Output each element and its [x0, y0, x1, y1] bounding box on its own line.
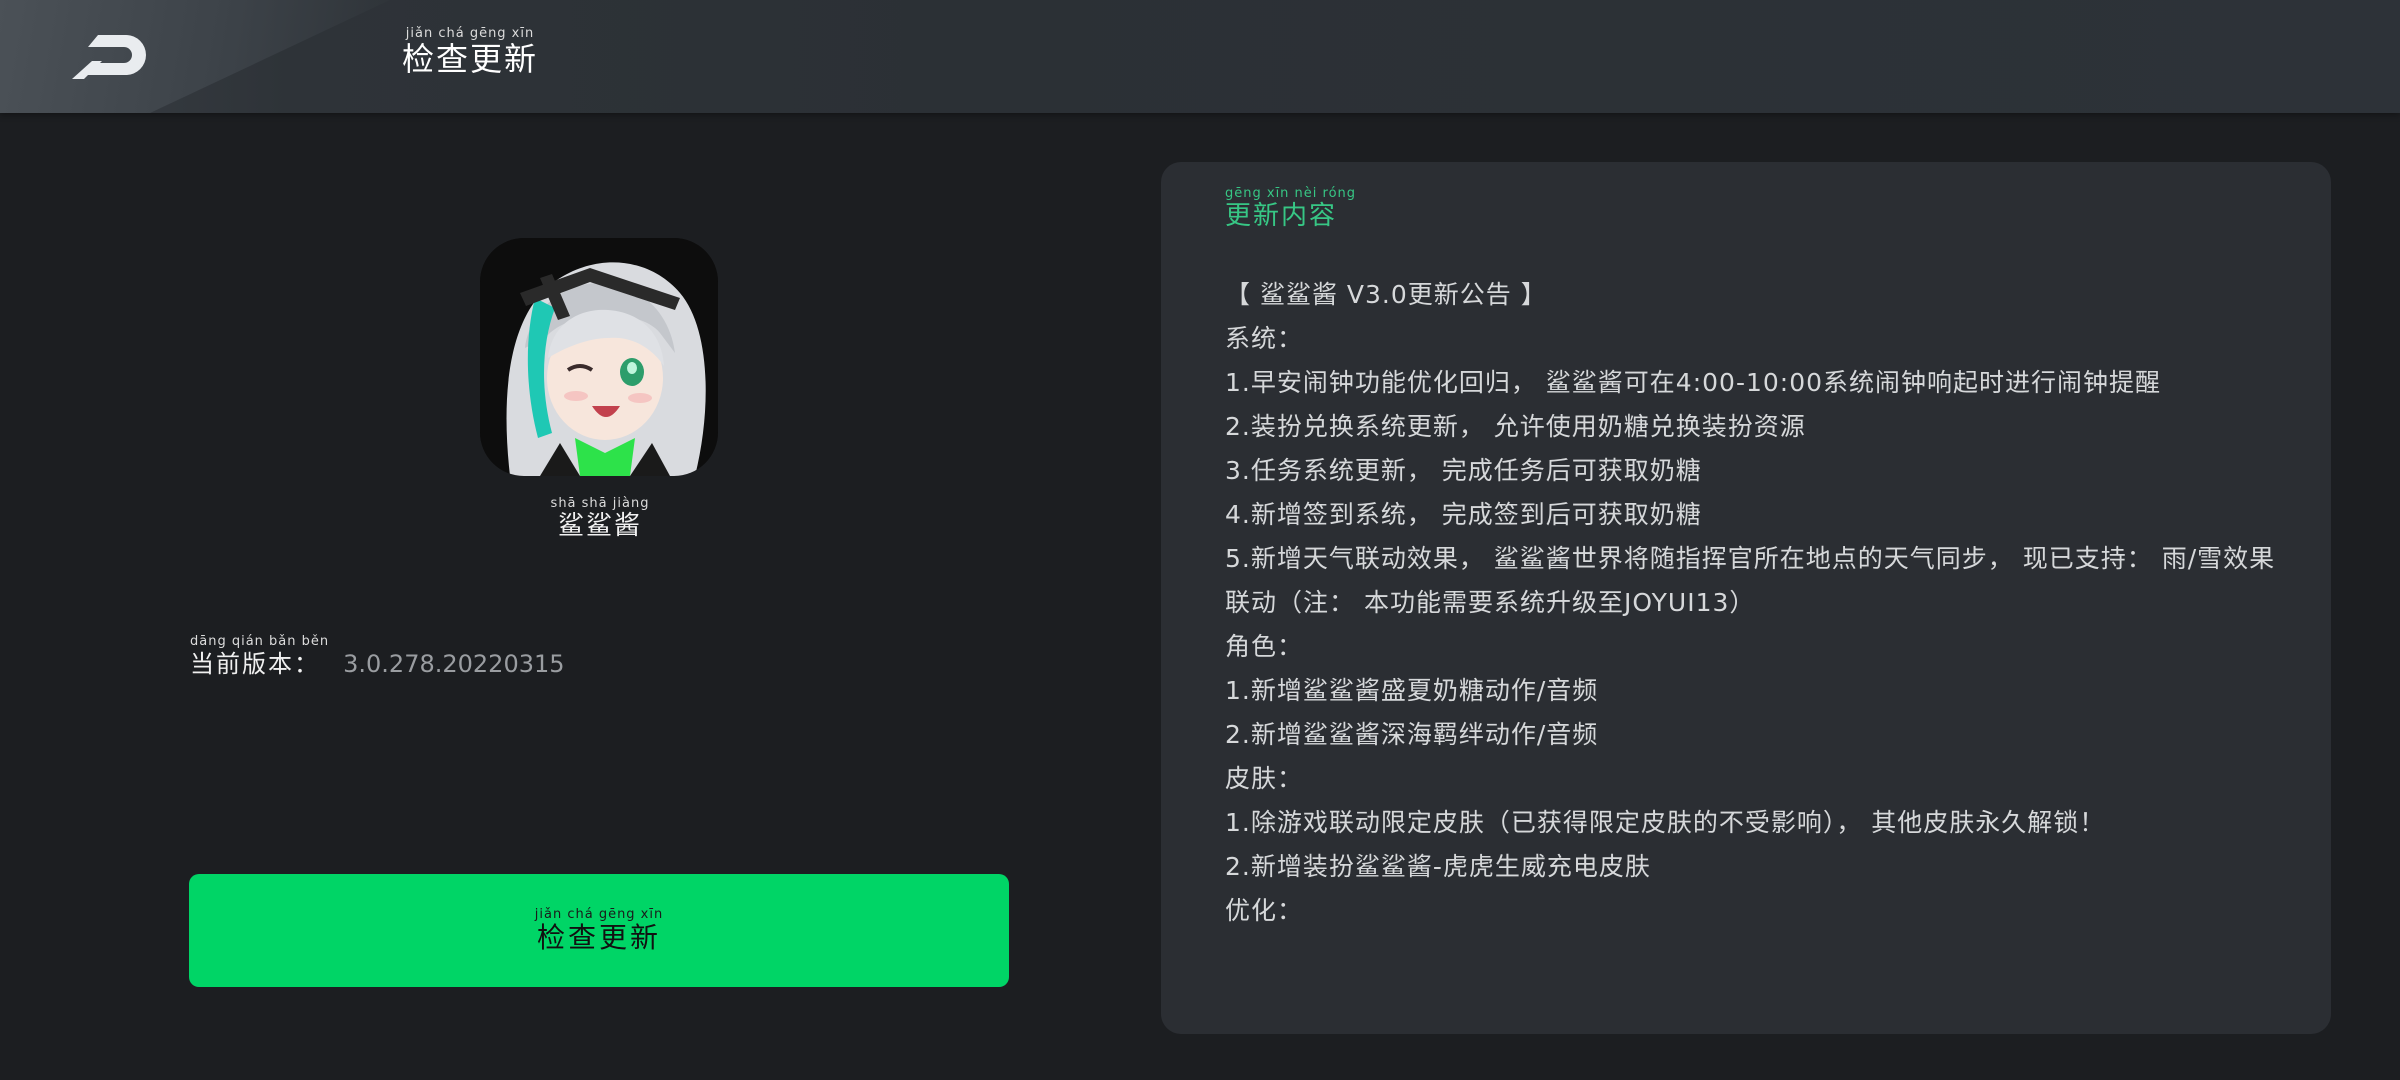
update-notes-title-pinyin: gēng xīn nèi róng [1225, 186, 1357, 201]
note-line: 系统： [1225, 324, 1304, 353]
note-line: 优化： [1225, 896, 1304, 925]
version-label-group: dāng qián bǎn běn 当前版本： [190, 634, 329, 679]
update-notes-content: gēng xīn nèi róng 更新内容 【 鲨鲨酱 V3.0更新公告 】 … [1225, 186, 2295, 933]
note-line: 5.新增天气联动效果， 鲨鲨酱世界将随指挥官所在地点的天气同步， 现已支持： 雨… [1225, 544, 2276, 617]
check-update-button[interactable]: jiǎn chá gēng xīn 检查更新 [189, 874, 1009, 987]
version-info: dāng qián bǎn běn 当前版本： 3.0.278.20220315 [190, 634, 565, 679]
app-name: shā shā jiàng 鲨鲨酱 [500, 496, 700, 541]
note-line: 1.新增鲨鲨酱盛夏奶糖动作/音频 [1225, 676, 1599, 705]
back-button[interactable] [60, 22, 160, 92]
note-line: 角色： [1225, 632, 1304, 661]
note-line: 2.装扮兑换系统更新， 允许使用奶糖兑换装扮资源 [1225, 412, 1806, 441]
app-name-text: 鲨鲨酱 [557, 511, 642, 541]
check-update-button-pinyin: jiǎn chá gēng xīn [534, 907, 664, 922]
version-label-pinyin: dāng qián bǎn běn [190, 634, 330, 649]
page-title-pinyin: jiǎn chá gēng xīn [405, 26, 535, 41]
update-notes-title: gēng xīn nèi róng 更新内容 [1225, 186, 2295, 231]
app-name-pinyin: shā shā jiàng [550, 496, 650, 511]
note-line: 1.除游戏联动限定皮肤（已获得限定皮肤的不受影响）， 其他皮肤永久解锁！ [1225, 808, 2106, 837]
note-line: 【 鲨鲨酱 V3.0更新公告 】 [1225, 280, 1547, 309]
note-line: 皮肤： [1225, 764, 1304, 793]
check-update-button-label: 检查更新 [536, 921, 661, 954]
note-line: 4.新增签到系统， 完成签到后可获取奶糖 [1225, 500, 1702, 529]
update-notes-panel[interactable]: gēng xīn nèi róng 更新内容 【 鲨鲨酱 V3.0更新公告 】 … [1161, 162, 2331, 1034]
update-notes-list: 【 鲨鲨酱 V3.0更新公告 】 系统： 1.早安闹钟功能优化回归， 鲨鲨酱可在… [1225, 273, 2295, 933]
note-line: 2.新增鲨鲨酱深海羁绊动作/音频 [1225, 720, 1599, 749]
app-avatar-icon [480, 238, 718, 476]
version-value: 3.0.278.20220315 [343, 650, 565, 678]
back-arrow-icon [72, 35, 146, 79]
note-line: 1.早安闹钟功能优化回归， 鲨鲨酱可在4:00-10:00系统闹钟响起时进行闹钟… [1225, 368, 2162, 397]
header-accent-shape [0, 0, 390, 113]
note-line: 2.新增装扮鲨鲨酱-虎虎生威充电皮肤 [1225, 852, 1651, 881]
page-title-text: 检查更新 [402, 40, 539, 78]
top-bar: jiǎn chá gēng xīn 检查更新 [0, 0, 2400, 113]
version-label: 当前版本： [190, 650, 320, 678]
page-title: jiǎn chá gēng xīn 检查更新 [402, 26, 538, 77]
note-line: 3.任务系统更新， 完成任务后可获取奶糖 [1225, 456, 1702, 485]
update-notes-title-text: 更新内容 [1225, 201, 1338, 231]
